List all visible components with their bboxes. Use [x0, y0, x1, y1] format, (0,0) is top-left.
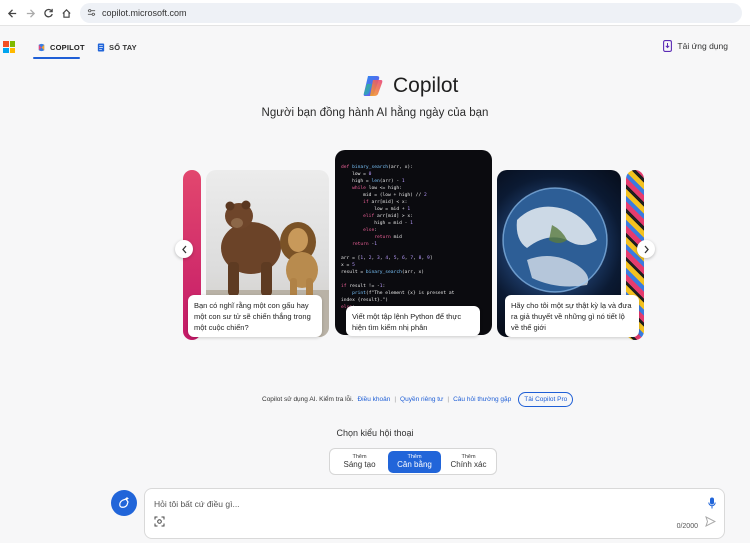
- privacy-link[interactable]: Quyền riêng tư: [400, 396, 443, 403]
- tab-copilot[interactable]: COPILOT: [37, 39, 85, 55]
- code-line: def binary_search(arr, x):: [341, 165, 413, 170]
- conversation-style-label: Chọn kiểu hội thoại: [336, 428, 414, 438]
- home-icon[interactable]: [58, 5, 74, 21]
- code-line: mid = (low + high) // 2: [341, 193, 427, 198]
- url-text: copilot.microsoft.com: [102, 8, 187, 18]
- app-name: Copilot: [393, 74, 459, 97]
- code-line: high = mid - 1: [341, 221, 413, 226]
- style-creative-button[interactable]: Thêm Sáng tạo: [333, 451, 386, 473]
- code-line: if result != -1:: [341, 284, 386, 289]
- microphone-icon[interactable]: [708, 496, 716, 514]
- code-line: high = len(arr) - 1: [341, 179, 405, 184]
- chevron-left-icon: [181, 245, 186, 253]
- new-chat-broom-icon: [119, 497, 129, 508]
- faq-link[interactable]: Câu hỏi thường gặp: [453, 396, 511, 403]
- terms-bar: Copilot sử dụng AI. Kiểm tra lỗi. Điều k…: [262, 392, 574, 407]
- hero-subtitle: Người bạn đồng hành AI hằng ngày của bạn: [261, 107, 489, 119]
- copilot-tab-icon: [38, 43, 45, 51]
- style-balanced-label: Cân bằng: [397, 460, 432, 469]
- code-line: else:: [363, 228, 377, 233]
- style-creative-label: Sáng tạo: [343, 460, 376, 469]
- card-caption-bear-lion[interactable]: Bạn có nghĩ rằng một con gấu hay một con…: [188, 295, 322, 337]
- active-tab-indicator: [33, 57, 80, 59]
- style-precise-button[interactable]: Thêm Chính xác: [442, 451, 495, 473]
- tab-notebook[interactable]: SỔ TAY: [97, 39, 137, 55]
- image-search-icon[interactable]: [154, 514, 165, 532]
- code-line: print(f"The element {x} is present at: [352, 291, 455, 296]
- phone-download-icon: [663, 40, 673, 52]
- conversation-style-selector: Thêm Sáng tạo Thêm Cân bằng Thêm Chính x…: [329, 448, 497, 475]
- address-bar[interactable]: copilot.microsoft.com: [80, 3, 742, 23]
- tab-copilot-label: COPILOT: [50, 42, 85, 52]
- download-app-button[interactable]: Tải ứng dụng: [663, 40, 728, 52]
- chevron-right-icon: [644, 245, 649, 253]
- get-copilot-pro-button[interactable]: Tải Copilot Pro: [518, 392, 574, 407]
- code-line: elif arr[mid] > x:: [363, 214, 413, 219]
- code-line: result = binary_search(arr, x): [341, 270, 425, 275]
- forward-arrow-icon[interactable]: [22, 5, 38, 21]
- divider: |: [447, 396, 450, 403]
- code-line: while low <= high:: [352, 186, 402, 191]
- copilot-brand: Copilot: [361, 74, 458, 98]
- terms-link[interactable]: Điều khoản: [357, 396, 390, 403]
- tab-notebook-label: SỔ TAY: [109, 42, 137, 52]
- back-arrow-icon[interactable]: [4, 5, 20, 21]
- character-counter: 0/2000: [676, 523, 698, 530]
- reload-icon[interactable]: [40, 5, 56, 21]
- divider: |: [394, 396, 397, 403]
- code-line: low = mid + 1: [341, 207, 411, 212]
- code-line: arr = [1, 2, 3, 4, 5, 6, 7, 8, 9]: [341, 256, 433, 261]
- carousel-next-button[interactable]: [637, 240, 655, 258]
- browser-toolbar: copilot.microsoft.com: [0, 0, 750, 26]
- style-precise-label: Chính xác: [450, 460, 487, 469]
- chat-input[interactable]: [154, 497, 654, 511]
- code-line: if arr[mid] < x:: [363, 200, 408, 205]
- style-balanced-button[interactable]: Thêm Cân bằng: [388, 451, 441, 473]
- copilot-logo-icon: [363, 76, 383, 96]
- code-line: index {result}."): [341, 298, 389, 303]
- code-line: return -1: [352, 242, 378, 247]
- microsoft-logo-icon[interactable]: [3, 41, 15, 53]
- code-line: return mid: [374, 235, 402, 240]
- carousel-prev-button[interactable]: [175, 240, 193, 258]
- terms-text: Copilot sử dụng AI. Kiểm tra lỗi.: [262, 396, 354, 403]
- chat-composer: 0/2000: [144, 488, 725, 539]
- card-caption-python[interactable]: Viết một tập lệnh Python để thực hiện tì…: [346, 306, 480, 336]
- code-snippet: def binary_search(arr, x): low = 0 high …: [341, 164, 454, 311]
- download-app-label: Tải ứng dụng: [677, 41, 728, 51]
- card-caption-earth[interactable]: Hãy cho tôi một sự thật kỳ lạ và đưa ra …: [505, 295, 639, 337]
- site-settings-icon[interactable]: [87, 3, 96, 24]
- notebook-icon: [97, 42, 105, 52]
- code-line: x = 5: [341, 263, 355, 268]
- send-icon[interactable]: [705, 514, 717, 532]
- new-topic-button[interactable]: [111, 490, 137, 516]
- code-line: low = 0: [341, 172, 372, 177]
